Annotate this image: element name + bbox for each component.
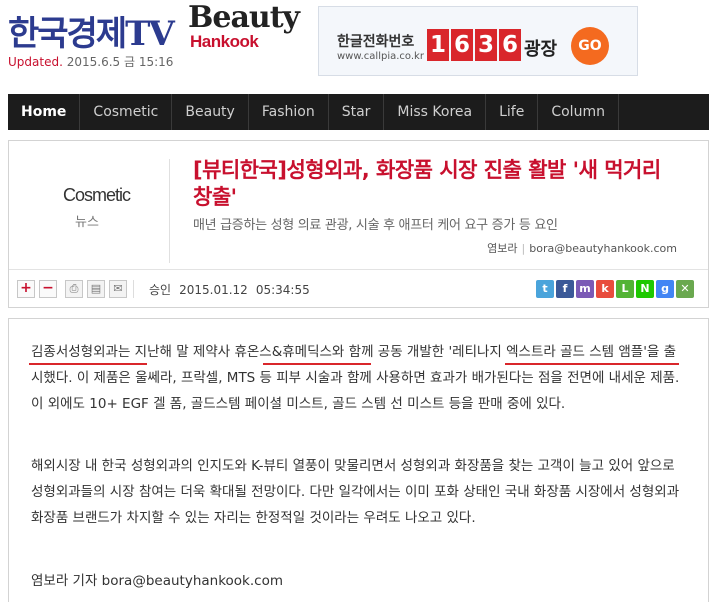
updated-date: 2015.6.5 금 15:16: [66, 55, 174, 69]
posted-info: 승인 2015.01.12 05:34:55: [149, 281, 310, 298]
print-icon[interactable]: ⎙: [65, 280, 83, 298]
toolbar-separator: [133, 280, 134, 298]
article-header: Cosmetic 뉴스 [뷰티한국]성형외과, 화장품 시장 진출 활발 '새 …: [8, 140, 709, 308]
category-sublabel: 뉴스: [75, 215, 99, 230]
banner-ad[interactable]: 한글전화번호 www.callpia.co.kr 1 6 3 6 광장 GO: [318, 6, 638, 76]
category-label[interactable]: Cosmetic: [63, 185, 131, 206]
nav-item-fashion[interactable]: Fashion: [249, 94, 329, 130]
google-share-icon[interactable]: g: [656, 280, 674, 298]
article-toolbar: + − ⎙ ▤ ✉ 승인 2015.01.12 05:34:55 t f m k L Ng ✕: [9, 269, 708, 307]
naver-share-icon[interactable]: N: [636, 280, 654, 298]
ad-digit: 1: [427, 29, 449, 61]
author-name: 염보라: [487, 242, 518, 255]
kakao-share-icon[interactable]: k: [596, 280, 614, 298]
email-icon[interactable]: ✉: [109, 280, 127, 298]
save-icon[interactable]: ▤: [87, 280, 105, 298]
nav-item-life[interactable]: Life: [486, 94, 539, 130]
ad-go-button[interactable]: GO: [571, 27, 609, 65]
posted-label: 승인: [149, 283, 172, 297]
ad-digit: 6: [451, 29, 473, 61]
highlight-underline: [505, 363, 679, 365]
ad-line1: 한글전화번호: [337, 34, 415, 50]
posted-date: 2015.01.12: [179, 283, 248, 297]
article-body: 김종서성형외과는 지난해 말 제약사 휴온스&휴메딕스와 함께 공동 개발한 '…: [8, 318, 709, 602]
nav-item-beauty[interactable]: Beauty: [172, 94, 249, 130]
font-decrease-button[interactable]: −: [39, 280, 57, 298]
updated-timestamp: Updated. 2015.6.5 금 15:16: [8, 53, 173, 70]
nav-item-home[interactable]: Home: [8, 94, 81, 130]
share-buttons: t f m k L Ng ✕: [536, 280, 694, 298]
facebook-share-icon[interactable]: f: [556, 280, 574, 298]
nav-item-miss-korea[interactable]: Miss Korea: [384, 94, 487, 130]
ad-digit: 3: [475, 29, 497, 61]
twitter-share-icon[interactable]: t: [536, 280, 554, 298]
ad-number: 1 6 3 6: [427, 29, 521, 61]
line-share-icon[interactable]: L: [616, 280, 634, 298]
byline: 염보라 | bora@beautyhankook.com: [487, 242, 677, 255]
main-nav: Home Cosmetic Beauty Fashion Star Miss K…: [8, 94, 709, 130]
article-paragraph: 김종서성형외과는 지난해 말 제약사 휴온스&휴메딕스와 함께 공동 개발한 '…: [31, 344, 680, 412]
nav-item-cosmetic[interactable]: Cosmetic: [80, 94, 173, 130]
divider: [169, 159, 170, 263]
reporter-signature: 염보라 기자 bora@beautyhankook.com: [31, 573, 284, 589]
article-subtitle: 매년 급증하는 성형 의료 관광, 시술 후 애프터 케어 요구 증가 등 요인: [193, 218, 558, 233]
me2day-share-icon[interactable]: m: [576, 280, 594, 298]
ad-gwang: 광장: [524, 39, 558, 60]
site-logo[interactable]: 한국경제TV: [8, 6, 175, 55]
highlight-underline: [29, 363, 147, 365]
updated-label: Updated.: [8, 55, 63, 69]
ad-url: www.callpia.co.kr: [337, 51, 424, 62]
highlight-underline: [263, 363, 371, 365]
beauty-logo[interactable]: Beauty: [188, 2, 300, 34]
hankook-logo[interactable]: Hankook: [190, 32, 259, 52]
article-title: [뷰티한국]성형외과, 화장품 시장 진출 활발 '새 먹거리 창출': [193, 158, 661, 209]
nav-item-star[interactable]: Star: [329, 94, 385, 130]
bookmark-share-icon[interactable]: ✕: [676, 280, 694, 298]
article-paragraph: 해외시장 내 한국 성형외과의 인지도와 K-뷰티 열풍이 맞물리면서 성형외과…: [31, 458, 680, 526]
author-email[interactable]: bora@beautyhankook.com: [529, 242, 677, 255]
posted-time: 05:34:55: [255, 283, 310, 297]
font-increase-button[interactable]: +: [17, 280, 35, 298]
nav-item-column[interactable]: Column: [538, 94, 619, 130]
ad-digit: 6: [499, 29, 521, 61]
